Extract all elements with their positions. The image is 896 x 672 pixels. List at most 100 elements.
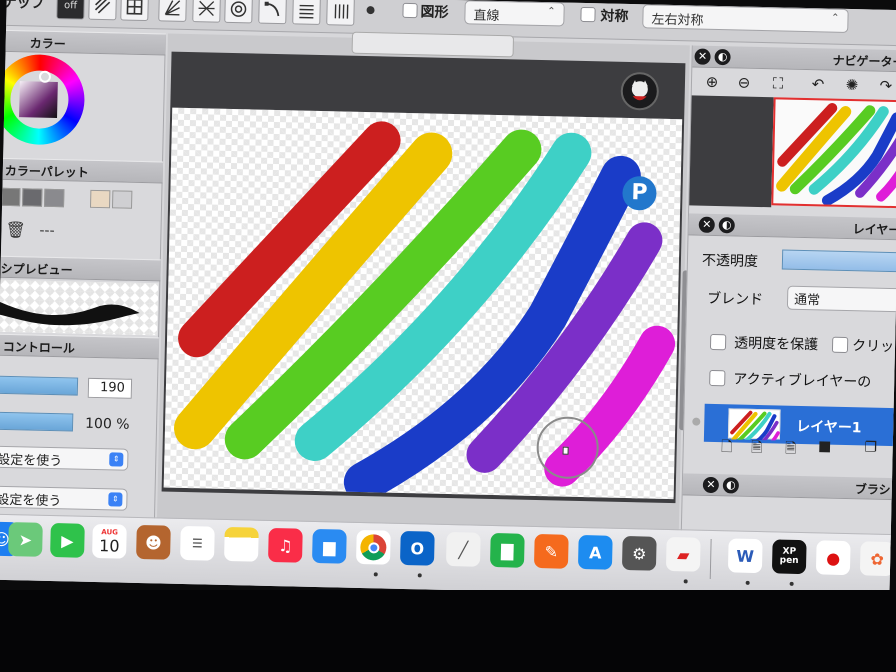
collapse-icon[interactable]: ◐ (714, 48, 731, 66)
palette-empty-label: --- (39, 222, 55, 240)
music-icon[interactable]: ♫ (268, 527, 303, 563)
numbers-icon[interactable]: ▇ (489, 532, 525, 568)
color-wheel[interactable] (0, 53, 86, 146)
navigator-preview[interactable] (771, 97, 896, 209)
palette-swatch[interactable] (22, 188, 43, 207)
close-icon[interactable]: ✕ (694, 48, 711, 65)
settings-popup-1[interactable]: 設定を使う ⇕ (0, 445, 129, 471)
user-avatar-icon[interactable] (620, 71, 660, 111)
running-indicator (417, 573, 422, 578)
snap-horizontal-button[interactable] (292, 0, 321, 25)
updown-icon: ⌃ (547, 6, 556, 18)
grid-icon (126, 0, 143, 15)
running-indicator (789, 581, 794, 586)
symmetry-select[interactable]: 左右対称 ⌃ (642, 4, 849, 33)
chrome-icon[interactable] (355, 529, 391, 565)
clip-studio-icon[interactable]: ▰ (665, 536, 701, 572)
calendar-icon[interactable]: AUG 10 (92, 523, 127, 559)
curve-icon (264, 1, 280, 17)
shape-select[interactable]: 直線 ⌃ (464, 0, 565, 27)
parallel-lines-icon (94, 0, 111, 14)
collapse-icon[interactable]: ◐ (722, 477, 740, 494)
palette-swatch[interactable] (44, 188, 65, 208)
word-icon[interactable]: W (727, 538, 763, 574)
perspective-icon (198, 0, 215, 17)
active-layer-label: アクティブレイヤーの (733, 371, 872, 391)
size-slider[interactable] (0, 375, 79, 396)
snap-vanishing-button[interactable] (192, 0, 221, 23)
palette-swatch[interactable] (0, 187, 21, 207)
clip-checkbox[interactable] (831, 336, 849, 354)
xp-pen-icon[interactable]: XP pen (771, 539, 807, 575)
canvas-frame: P (161, 51, 686, 504)
outlook-icon[interactable]: O (399, 530, 435, 566)
layer-visibility-icon[interactable] (692, 417, 701, 426)
settings-popup-2[interactable]: 設定を使う ⇕ (0, 485, 128, 511)
brush-title-bar: ✕ ◐ ブラシ (682, 473, 896, 501)
snap-vertical-button[interactable] (326, 0, 355, 26)
keynote-icon[interactable]: ▆ (311, 528, 347, 564)
running-indicator (745, 580, 750, 585)
shape-checkbox[interactable] (402, 2, 418, 19)
reminders-icon[interactable]: ☰ (180, 525, 215, 561)
rainbow-strokes (174, 121, 676, 500)
palette-swatch[interactable] (89, 189, 111, 209)
snap-parallel-button[interactable] (88, 0, 117, 21)
maps-icon[interactable]: ➤ (8, 522, 43, 557)
control-panel-title: コントロール (0, 333, 160, 360)
contacts-icon[interactable]: ☻ (136, 524, 171, 560)
close-icon[interactable]: ✕ (702, 476, 720, 494)
size-field[interactable]: 190 (87, 377, 133, 399)
updown-icon: ⌃ (830, 12, 840, 24)
navigator-title-bar: ✕ ◐ ナビゲーター (692, 45, 896, 73)
protect-alpha-checkbox[interactable] (709, 333, 727, 351)
textedit-icon[interactable]: ╱ (445, 531, 481, 567)
right-panels: ✕ ◐ ナビゲーター ⊕ ⊖ ⛶ ↶ ✺ ↷ ✕ ◐ レイヤー 不透明度 ブレン… (680, 45, 896, 541)
fit-screen-icon[interactable]: ⛶ (764, 71, 793, 96)
zoom-in-icon[interactable]: ⊕ (698, 70, 727, 95)
palette-swatch[interactable] (111, 190, 133, 209)
new-layer-icon[interactable]: 🗋 (715, 436, 737, 458)
symmetry-checkbox[interactable] (580, 6, 596, 23)
snap-grid-button[interactable] (120, 0, 149, 22)
pages-icon[interactable]: ✎ (533, 533, 569, 569)
snap-off-button[interactable]: off (56, 0, 85, 20)
app-store-icon[interactable]: A (577, 534, 613, 570)
opacity-slider[interactable] (0, 411, 74, 432)
cursor-icon (562, 446, 569, 455)
reset-rotation-icon[interactable]: ✺ (838, 73, 867, 98)
dot-icon (366, 6, 375, 15)
rotate-left-icon[interactable]: ↶ (804, 72, 833, 97)
layer-thumbnail (727, 408, 781, 449)
snap-label: ナップ (2, 0, 45, 12)
opacity-label: 不透明度 (701, 252, 759, 270)
trash-icon[interactable]: 🗑 (5, 220, 26, 239)
horizontal-lines-icon (299, 4, 314, 19)
blend-label: ブレンド (706, 290, 764, 309)
new-vector-layer-icon[interactable]: 🗎 (745, 437, 767, 459)
concentric-circle-icon (230, 1, 247, 17)
pdf-icon[interactable]: ● (815, 540, 851, 576)
active-layer-checkbox[interactable] (709, 369, 726, 387)
snap-curve-button[interactable] (258, 0, 287, 25)
folder-icon[interactable]: ■ (813, 438, 835, 460)
rotate-right-icon[interactable]: ↷ (872, 74, 896, 99)
notes-icon[interactable] (224, 526, 259, 562)
system-preferences-icon[interactable]: ⚙ (621, 535, 657, 571)
drawing-canvas[interactable]: P (163, 107, 683, 500)
snap-radial-button[interactable] (158, 0, 187, 22)
collapse-icon[interactable]: ◐ (718, 217, 735, 234)
close-icon[interactable]: ✕ (698, 216, 715, 233)
protect-alpha-label: 透明度を保護 (733, 335, 819, 354)
new-layer-set-icon[interactable]: 🗎 (779, 438, 801, 460)
zoom-out-icon[interactable]: ⊖ (730, 70, 759, 95)
stepper-icon: ⇕ (108, 492, 123, 507)
copy-layer-icon[interactable]: ❐ (859, 439, 881, 461)
layer-opacity-slider[interactable] (781, 249, 896, 273)
palette-panel-title: カラーパレット (2, 157, 164, 184)
blend-mode-select[interactable]: 通常 (786, 285, 896, 313)
downloads-stack-icon[interactable]: ✿ (859, 541, 895, 577)
facetime-icon[interactable]: ▶ (50, 523, 85, 558)
snap-concentric-button[interactable] (224, 0, 253, 24)
document-tab[interactable] (351, 31, 515, 58)
